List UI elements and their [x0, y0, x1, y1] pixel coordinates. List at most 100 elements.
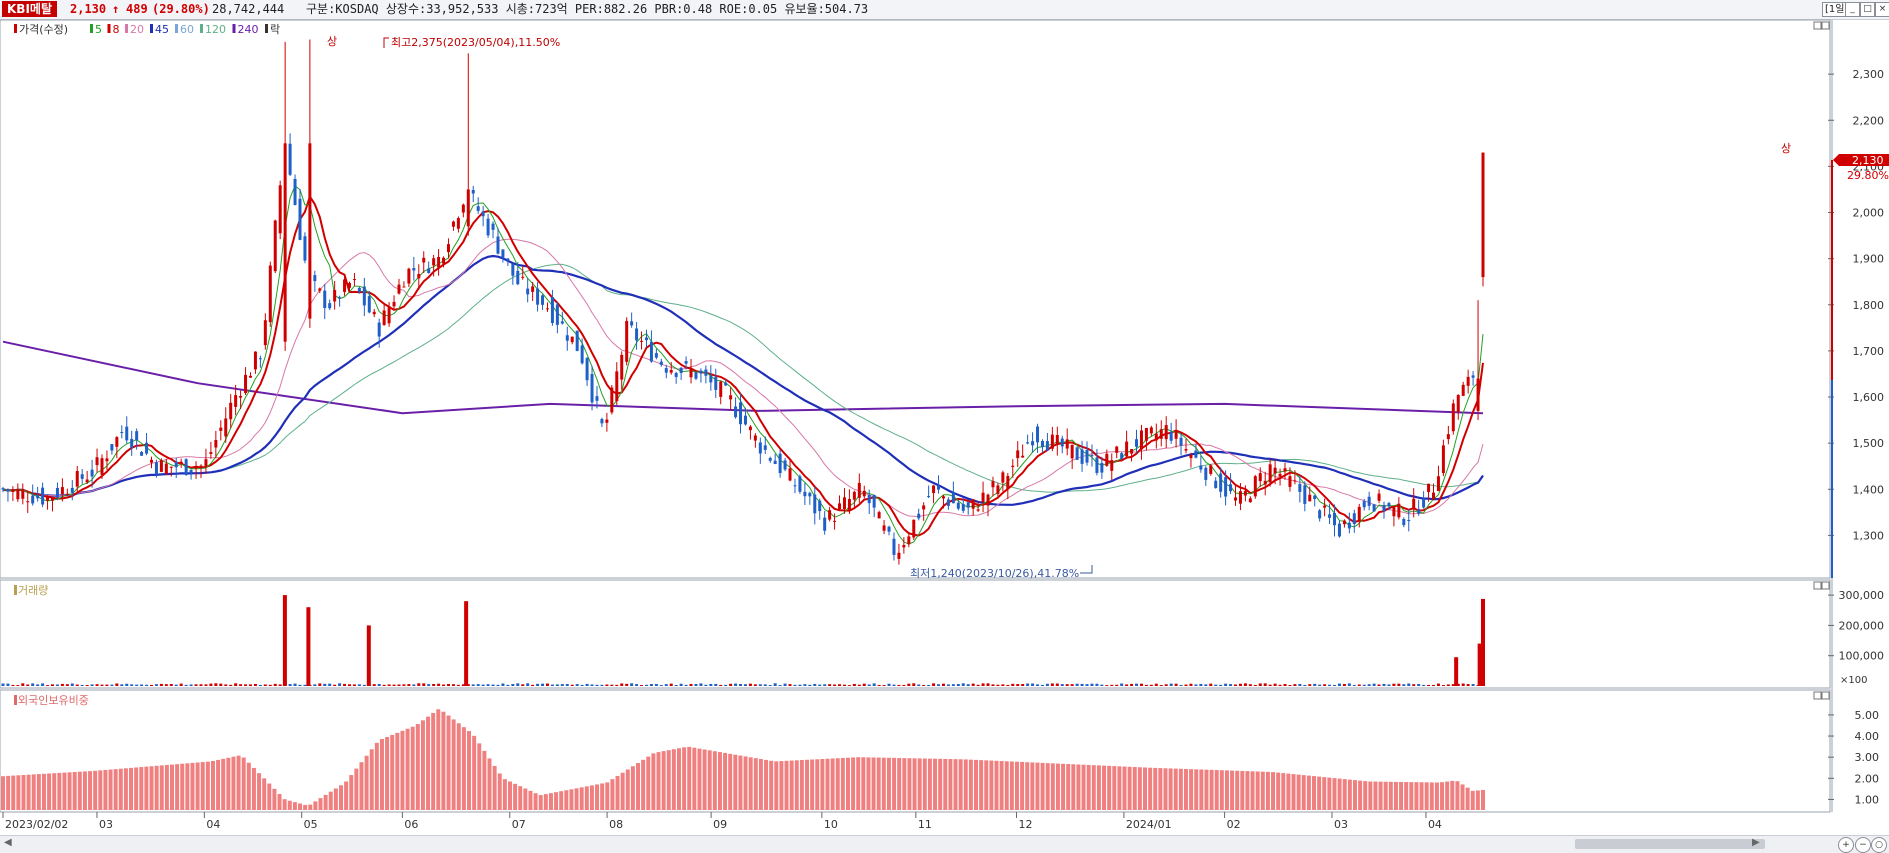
foreign-bar: [533, 793, 538, 810]
candle-body: [838, 503, 842, 510]
foreign-bar: [169, 764, 174, 810]
candle-body: [907, 536, 911, 545]
foreign-bar: [328, 791, 333, 810]
candle-body: [615, 371, 619, 402]
legend-item: 락: [270, 23, 280, 36]
foreign-bar: [400, 730, 405, 810]
volume-bar: [1238, 683, 1242, 686]
volume-bar: [382, 684, 386, 686]
candle-body: [996, 485, 1000, 494]
candle-body: [268, 265, 272, 323]
volume-bar: [417, 683, 421, 686]
candle-body: [585, 358, 589, 381]
candle-body: [1234, 497, 1238, 501]
volume-bar: [917, 684, 921, 686]
volume-bar: [541, 683, 545, 686]
volume-bar: [1372, 683, 1376, 686]
volume-bar: [306, 607, 311, 686]
volume-bar: [511, 684, 515, 686]
scroll-right-icon[interactable]: ▶: [1752, 837, 1760, 848]
volume-bar: [763, 684, 767, 686]
foreign-bar: [1112, 766, 1117, 810]
volume-bar: [357, 684, 361, 686]
zoom-reset-icon[interactable]: ○: [1871, 837, 1887, 853]
foreign-bar: [134, 767, 139, 810]
volume-bar: [145, 684, 149, 686]
volume-bar: [1454, 657, 1459, 686]
volume-bar: [95, 684, 99, 686]
legend-item: 120: [205, 23, 226, 36]
candle-body: [357, 287, 361, 293]
foreign-bar: [11, 775, 16, 810]
candle-body: [1189, 454, 1193, 459]
scroll-left-icon[interactable]: ◀: [4, 837, 12, 848]
candle-body: [644, 337, 648, 341]
zoom-out-icon[interactable]: −: [1855, 837, 1871, 853]
foreign-bar: [1286, 773, 1291, 810]
candle-body: [813, 494, 817, 514]
candle-body: [323, 290, 327, 309]
candle-body: [516, 270, 520, 285]
foreign-bar: [298, 803, 303, 810]
volume-bar: [110, 684, 114, 686]
volume-bar: [1016, 684, 1020, 686]
volume-bar: [526, 683, 530, 686]
zoom-in-icon[interactable]: +: [1838, 837, 1854, 853]
candle-body: [1333, 513, 1337, 526]
candle-body: [793, 485, 797, 487]
foreign-bar: [743, 756, 748, 810]
candle-body: [1278, 473, 1282, 477]
candle-body: [778, 453, 782, 474]
candle-body: [204, 459, 208, 467]
scroll-thumb[interactable]: [1575, 839, 1765, 849]
volume-bar: [1412, 684, 1416, 686]
volume-bar: [654, 684, 658, 686]
volume-bar: [140, 684, 144, 686]
volume-bar: [1060, 684, 1064, 686]
candle-body: [31, 495, 35, 504]
candle-body: [442, 257, 446, 264]
foreign-bar: [159, 765, 164, 810]
volume-bar: [21, 683, 25, 686]
volume-bar: [1342, 683, 1346, 686]
candle-body: [471, 189, 475, 194]
stock-chart[interactable]: 가격(수정) 5 8 20 45 60 120 240 락 거래량 외국인보유비중 ×100 2…: [0, 0, 1889, 835]
foreign-bar: [907, 758, 912, 810]
volume-bar: [1422, 684, 1426, 686]
foreign-bar: [415, 724, 420, 810]
foreign-bar: [794, 760, 799, 810]
volume-bar: [927, 684, 931, 686]
chart-scrollbar[interactable]: ◀ ▶ + − ○: [0, 835, 1889, 853]
candle-body: [41, 487, 45, 505]
candle-body: [1115, 446, 1119, 453]
volume-bar: [521, 684, 525, 686]
candle-body: [219, 427, 223, 431]
volume-bar: [664, 684, 668, 686]
foreign-bar: [257, 773, 262, 810]
foreign-bar: [52, 773, 57, 810]
candle-body: [1001, 472, 1005, 483]
candle-body: [189, 469, 193, 473]
candle-body: [1016, 450, 1020, 459]
volume-bar: [268, 684, 272, 686]
volume-bar: [1441, 685, 1445, 686]
foreign-bar: [1009, 761, 1014, 810]
foreign-bar: [200, 762, 205, 810]
x-tick-label: 2024/01: [1126, 818, 1172, 831]
candle-body: [224, 418, 228, 437]
candle-body: [229, 402, 233, 420]
candle-body: [1135, 439, 1139, 447]
foreign-bar: [47, 773, 52, 810]
candle-body: [625, 320, 629, 362]
foreign-bar: [1081, 764, 1086, 810]
volume-bar: [699, 683, 703, 686]
candle-body: [199, 465, 203, 468]
foreign-bar: [123, 768, 128, 810]
foreign-bar: [871, 757, 876, 810]
foreign-bar: [1481, 789, 1485, 810]
volume-bar: [847, 685, 851, 686]
candle-body: [244, 374, 248, 394]
volume-panel-title: 거래량: [18, 584, 48, 597]
candle-body: [50, 498, 54, 501]
foreign-bar: [610, 779, 615, 810]
